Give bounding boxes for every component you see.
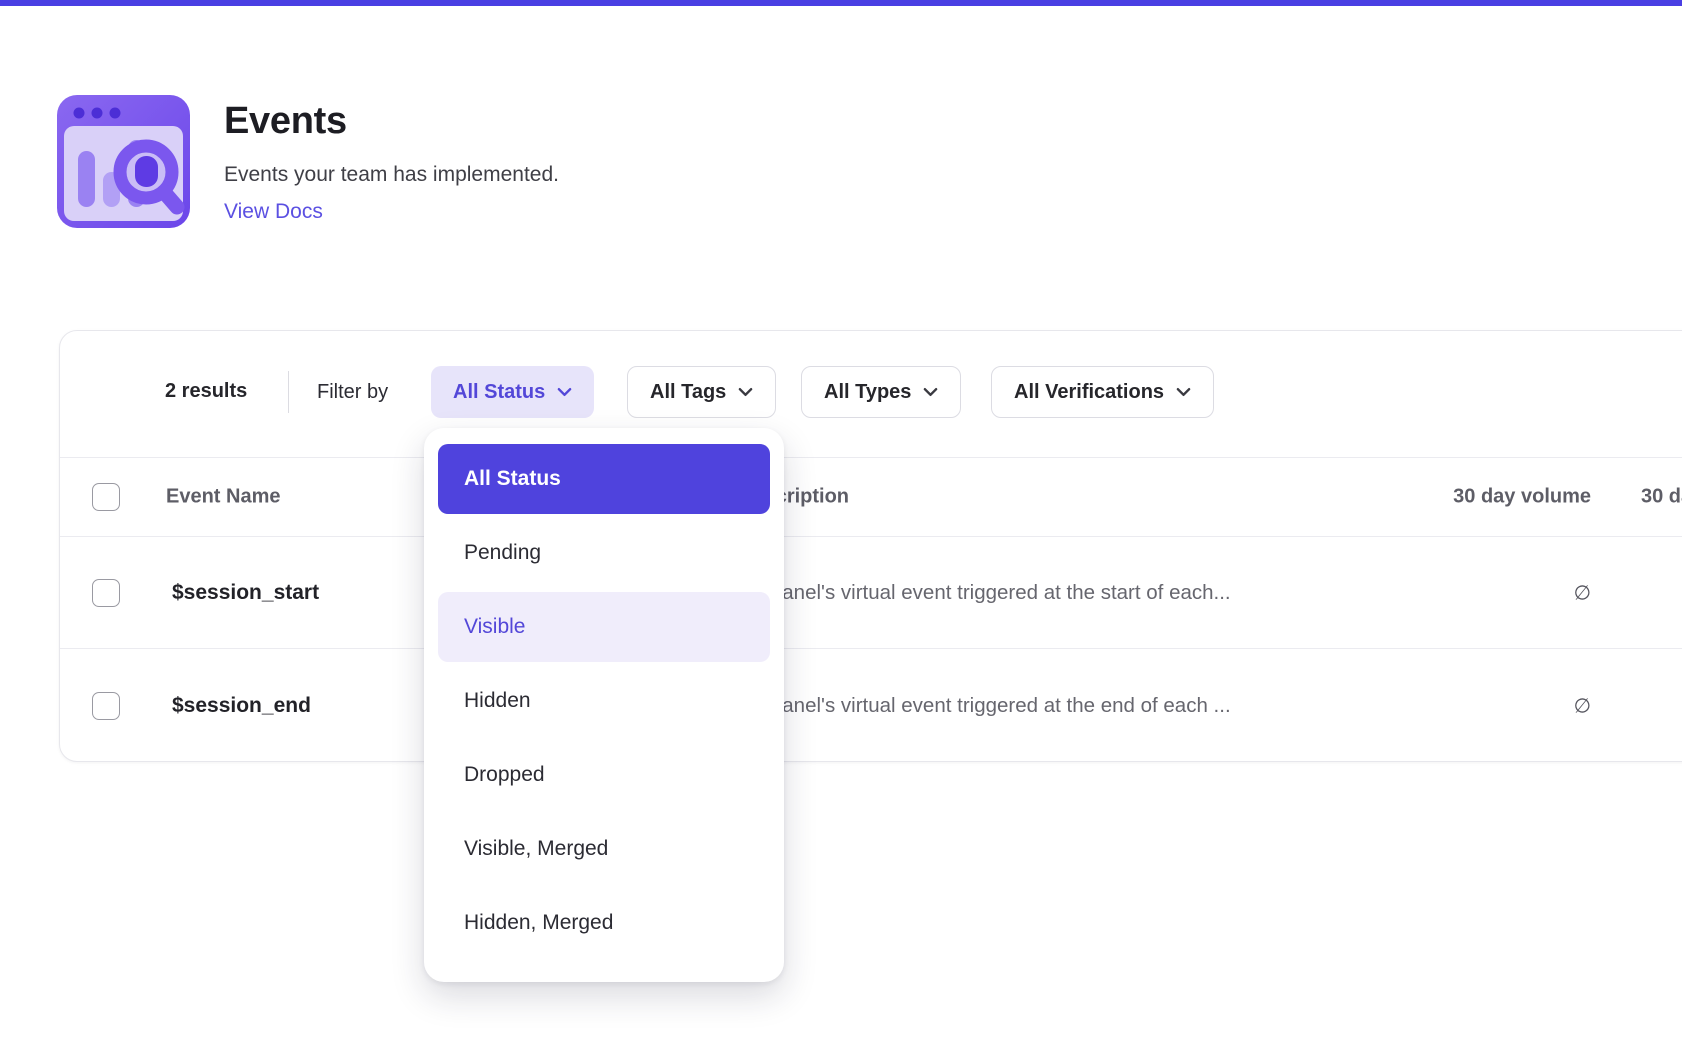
status-menu-item-hidden[interactable]: Hidden — [438, 666, 770, 736]
chevron-down-icon — [738, 387, 753, 397]
chevron-down-icon — [923, 387, 938, 397]
row-checkbox[interactable] — [92, 692, 120, 720]
table-row: $session_start Mixpanel's virtual event … — [60, 537, 1682, 649]
results-count: 2 results — [165, 380, 247, 403]
status-menu-item-hidden-merged[interactable]: Hidden, Merged — [438, 888, 770, 958]
status-menu-item-visible[interactable]: Visible — [438, 592, 770, 662]
verifications-filter-button[interactable]: All Verifications — [991, 366, 1214, 418]
status-menu-item-all-status[interactable]: All Status — [438, 444, 770, 514]
verifications-filter-label: All Verifications — [1014, 381, 1164, 404]
table-header-row: Event Name Description 30 day volume 30 … — [60, 457, 1682, 537]
table-row: $session_end Mixpanel's virtual event tr… — [60, 650, 1682, 762]
page-subtitle: Events your team has implemented. — [224, 163, 559, 187]
tags-filter-label: All Tags — [650, 381, 726, 404]
toolbar-divider — [288, 371, 289, 413]
status-filter-menu: All Status Pending Visible Hidden Droppe… — [424, 428, 784, 982]
events-page: Events Events your team has implemented.… — [0, 0, 1682, 1046]
chevron-down-icon — [557, 387, 572, 397]
event-name-session-end[interactable]: $session_end — [172, 694, 311, 718]
column-header-event-name: Event Name — [166, 486, 281, 509]
types-filter-label: All Types — [824, 381, 911, 404]
types-filter-button[interactable]: All Types — [801, 366, 961, 418]
row-checkbox[interactable] — [92, 579, 120, 607]
view-docs-link[interactable]: View Docs — [224, 200, 323, 224]
event-description: Mixpanel's virtual event triggered at th… — [739, 694, 1231, 718]
event-description: Mixpanel's virtual event triggered at th… — [739, 581, 1231, 605]
filter-by-label: Filter by — [317, 381, 388, 404]
column-header-30-day-volume: 30 day volume — [1260, 486, 1591, 509]
event-name-session-start[interactable]: $session_start — [172, 581, 319, 605]
status-menu-item-visible-merged[interactable]: Visible, Merged — [438, 814, 770, 884]
status-menu-item-pending[interactable]: Pending — [438, 518, 770, 588]
chevron-down-icon — [1176, 387, 1191, 397]
select-all-checkbox[interactable] — [92, 483, 120, 511]
top-accent-bar — [0, 0, 1682, 6]
status-menu-item-dropped[interactable]: Dropped — [438, 740, 770, 810]
status-filter-button[interactable]: All Status — [431, 366, 594, 418]
event-30-day-volume: ∅ — [1260, 580, 1591, 605]
column-header-30-day-users: 30 day users — [1641, 486, 1682, 509]
events-app-icon — [57, 95, 190, 228]
events-card: 2 results Filter by All Status All Tags … — [59, 330, 1682, 762]
page-title: Events — [224, 100, 347, 143]
events-icon-graphic — [57, 95, 190, 228]
event-30-day-volume: ∅ — [1260, 694, 1591, 719]
status-filter-label: All Status — [453, 381, 545, 404]
tags-filter-button[interactable]: All Tags — [627, 366, 776, 418]
